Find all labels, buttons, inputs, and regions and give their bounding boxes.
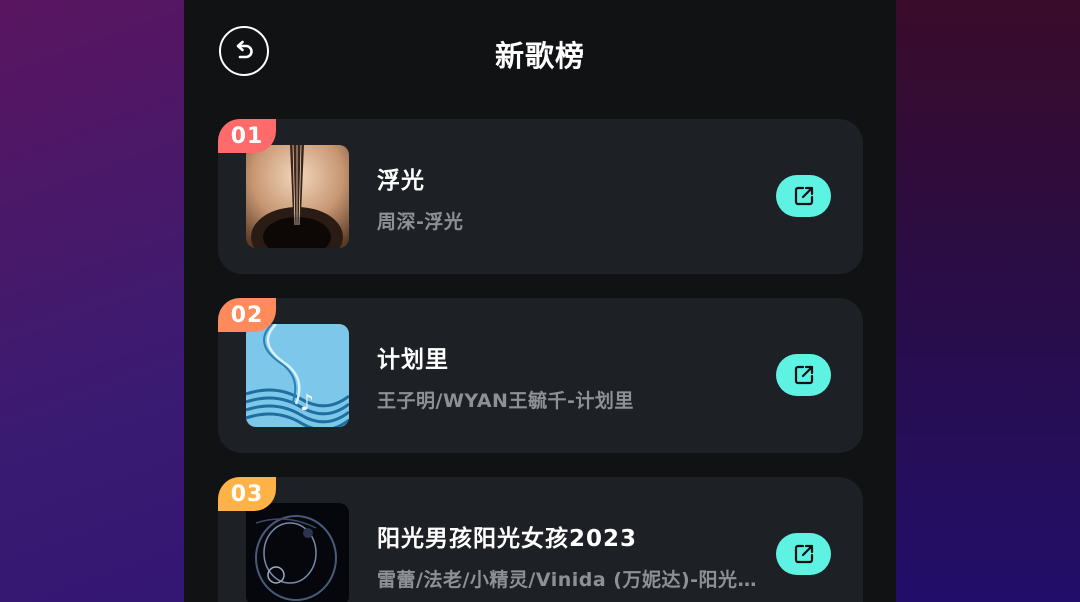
album-cover[interactable]: ♪ bbox=[246, 324, 349, 427]
music-note-cover-image: ♪ bbox=[246, 324, 349, 427]
rank-badge: 02 bbox=[218, 298, 276, 332]
guitar-cover-image bbox=[246, 145, 349, 248]
song-artist: 王子明/WYAN王毓千-计划里 bbox=[377, 390, 634, 412]
svg-text:♪: ♪ bbox=[300, 391, 314, 416]
dark-abstract-cover-image bbox=[246, 503, 349, 602]
song-title: 阳光男孩阳光女孩2023 bbox=[377, 526, 638, 552]
album-cover[interactable] bbox=[246, 503, 349, 602]
share-button[interactable] bbox=[776, 533, 831, 575]
song-artist: 雷蕾/法老/小精灵/Vinida (万妮达)-阳光男孩阳光女孩2023 bbox=[377, 569, 762, 591]
page-title: 新歌榜 bbox=[494, 39, 585, 73]
song-title: 计划里 bbox=[377, 347, 449, 373]
share-external-icon bbox=[794, 544, 813, 564]
album-cover[interactable] bbox=[246, 145, 349, 248]
share-button[interactable] bbox=[776, 354, 831, 396]
song-card[interactable]: 01 浮光 周深-浮光 bbox=[218, 119, 863, 274]
rank-badge: 03 bbox=[218, 477, 276, 511]
song-artist: 周深-浮光 bbox=[377, 211, 464, 233]
song-title: 浮光 bbox=[377, 168, 425, 194]
song-chart-panel: 新歌榜 01 浮光 周深-浮光 02 ♪ 计划里 王子明/WYAN王毓千-计划里… bbox=[184, 0, 896, 602]
rank-badge: 01 bbox=[218, 119, 276, 153]
song-card[interactable]: 02 ♪ 计划里 王子明/WYAN王毓千-计划里 bbox=[218, 298, 863, 453]
song-card[interactable]: 03 阳光男孩阳光女孩2023 雷蕾/法老/小精灵/Vinida (万妮达)-阳… bbox=[218, 477, 863, 602]
share-external-icon bbox=[794, 186, 813, 206]
background-right bbox=[896, 0, 1080, 602]
share-button[interactable] bbox=[776, 175, 831, 217]
share-external-icon bbox=[794, 365, 813, 385]
